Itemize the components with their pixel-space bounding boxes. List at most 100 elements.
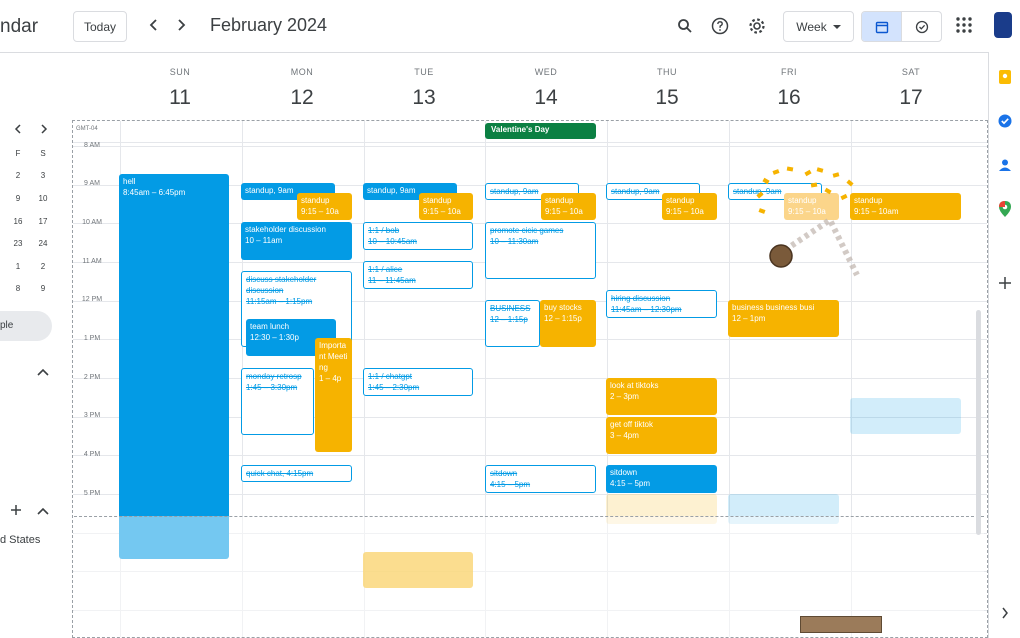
mini-cal-day[interactable]: 1	[9, 262, 27, 271]
event-tue-bob[interactable]: 1:1 / bob 10 – 10:45am	[363, 222, 473, 250]
event-mon-retro[interactable]: monday retrosp 1:45 – 3:30pm	[241, 368, 314, 435]
day-number[interactable]: 12	[241, 86, 363, 110]
event-wed-standup2[interactable]: standup 9:15 – 10a	[541, 193, 596, 220]
time-label: 11 AM	[82, 258, 102, 265]
contacts-button[interactable]	[996, 156, 1014, 174]
next-week-button[interactable]	[170, 14, 192, 36]
sidebar-selected-item[interactable]: ple	[0, 311, 52, 341]
event-mon-stake[interactable]: stakeholder discussion 10 – 11am	[241, 222, 352, 260]
mini-cal-day[interactable]: 9	[9, 194, 27, 203]
event-time: 9:15 – 10a	[666, 207, 704, 216]
month-label: February 2024	[210, 15, 328, 35]
view-select[interactable]: Week	[783, 11, 854, 42]
day-name: TUE	[414, 67, 434, 77]
allday-event[interactable]: Valentine's Day	[485, 123, 596, 139]
event-time: 12 – 1pm	[732, 314, 766, 323]
event-hell[interactable]: hell 8:45am – 6:45pm	[119, 174, 229, 559]
event-time: 11 – 11:45am	[368, 276, 416, 285]
event-thu-sitdown[interactable]: sitdown 4:15 – 5pm	[606, 465, 717, 493]
settings-button[interactable]	[744, 13, 770, 39]
mini-cal-day[interactable]: 17	[34, 217, 52, 226]
help-button[interactable]	[707, 13, 733, 39]
mini-cal-day[interactable]: 16	[9, 217, 27, 226]
tasks-view-button[interactable]	[901, 12, 941, 41]
expand-panel-button[interactable]	[996, 604, 1014, 622]
time-label: 1 PM	[83, 335, 101, 342]
collapse-chevron-icon[interactable]	[37, 507, 49, 515]
mini-cal-day[interactable]: 23	[9, 239, 27, 248]
event-title: look at tiktoks	[610, 381, 659, 390]
event-time: 9:15 – 10a	[423, 207, 461, 216]
event-fri-business[interactable]: business business busi 12 – 1pm	[728, 300, 839, 337]
event-time: 1 – 4p	[319, 374, 342, 383]
tasks-button[interactable]	[996, 112, 1014, 130]
event-time: 9:15 – 10a	[545, 207, 583, 216]
event-mon-quick[interactable]: quick chat, 4:15pm	[241, 465, 352, 482]
day-number[interactable]: 16	[728, 86, 850, 110]
mini-cal-next-icon[interactable]	[40, 124, 48, 134]
day-number[interactable]: 13	[363, 86, 485, 110]
event-time: 11:45am – 12:30pm	[611, 305, 682, 314]
event-wed-promote[interactable]: promote cicic games 10 – 11:30am	[485, 222, 596, 279]
day-number[interactable]: 15	[606, 86, 728, 110]
event-tue-chatgpt[interactable]: 1:1 / chatgpt 1:45 – 2:30pm	[363, 368, 473, 396]
event-tue-alice[interactable]: 1:1 / alice 11 – 11:45am	[363, 261, 473, 289]
event-thu-standup2[interactable]: standup 9:15 – 10a	[662, 193, 717, 220]
day-name: SUN	[169, 67, 191, 77]
event-title: standup	[666, 196, 695, 205]
view-select-label: Week	[796, 19, 827, 34]
event-thu-hiring[interactable]: hiring discussion 11:45am – 12:30pm	[606, 290, 717, 318]
mini-cal-day[interactable]: 24	[34, 239, 52, 248]
mini-cal-day[interactable]: 10	[34, 194, 52, 203]
add-calendar-icon[interactable]	[10, 504, 22, 516]
event-wed-stocks[interactable]: buy stocks 12 – 1:15p	[540, 300, 596, 347]
sidebar: F S 2 3 9 10 16 17 23 24 1 2 8 9	[0, 52, 60, 638]
settings-icon	[749, 18, 765, 34]
event-time: 8:45am – 6:45pm	[123, 188, 186, 197]
day-name: WED	[534, 67, 558, 77]
mini-cal-day[interactable]: 2	[9, 171, 27, 180]
event-title: standup	[301, 196, 330, 205]
calendar-view-button[interactable]	[862, 12, 901, 41]
event-tue-standup2[interactable]: standup 9:15 – 10a	[419, 193, 473, 220]
time-label: 8 AM	[84, 142, 100, 149]
event-title: Important Meeting	[319, 341, 348, 372]
help-icon	[711, 17, 729, 35]
mini-cal-day[interactable]: 8	[9, 284, 27, 293]
time-label: 2 PM	[83, 374, 101, 381]
event-wed-sitdown[interactable]: sitdown 4:15 – 5pm	[485, 465, 596, 493]
mini-cal-day[interactable]: 9	[34, 284, 52, 293]
event-thu-tiktok[interactable]: look at tiktoks 2 – 3pm	[606, 378, 717, 415]
timezone-label: GMT-04	[76, 126, 98, 132]
event-time: 1:45 – 2:30pm	[368, 383, 420, 392]
event-wed-business[interactable]: BUSINESS 12 – 1:15p	[485, 300, 540, 347]
day-number[interactable]: 17	[850, 86, 972, 110]
day-number[interactable]: 14	[485, 86, 607, 110]
event-title: sitdown	[610, 468, 638, 477]
event-title: buy stocks	[544, 303, 582, 312]
keep-button[interactable]	[996, 68, 1014, 86]
avatar[interactable]	[994, 12, 1012, 38]
vertical-scrollbar[interactable]	[976, 310, 981, 535]
side-panel-rail	[988, 52, 1020, 638]
event-mon-important[interactable]: Important Meeting 1 – 4p	[315, 338, 352, 452]
search-button[interactable]	[672, 13, 698, 39]
today-button[interactable]: Today	[73, 11, 127, 42]
mini-cal-day[interactable]: 3	[34, 171, 52, 180]
event-title: team lunch	[250, 322, 290, 331]
drag-handle[interactable]	[800, 616, 882, 633]
add-addon-button[interactable]	[996, 274, 1014, 292]
maps-button[interactable]	[996, 200, 1014, 218]
collapse-chevron-icon[interactable]	[37, 368, 49, 376]
day-number[interactable]: 11	[119, 86, 241, 110]
mini-cal-prev-icon[interactable]	[14, 124, 22, 134]
apps-grid-button[interactable]	[954, 15, 974, 35]
grid-line	[73, 142, 987, 143]
event-thu-offtiktok[interactable]: get off tiktok 3 – 4pm	[606, 417, 717, 454]
prev-week-button[interactable]	[143, 14, 165, 36]
mini-cal-day[interactable]: 2	[34, 262, 52, 271]
event-title: monday retrosp	[246, 372, 302, 381]
dropdown-arrow-icon	[832, 24, 841, 29]
event-mon-standup2[interactable]: standup 9:15 – 10a	[297, 193, 352, 220]
mini-cal-cell: S	[40, 149, 46, 158]
